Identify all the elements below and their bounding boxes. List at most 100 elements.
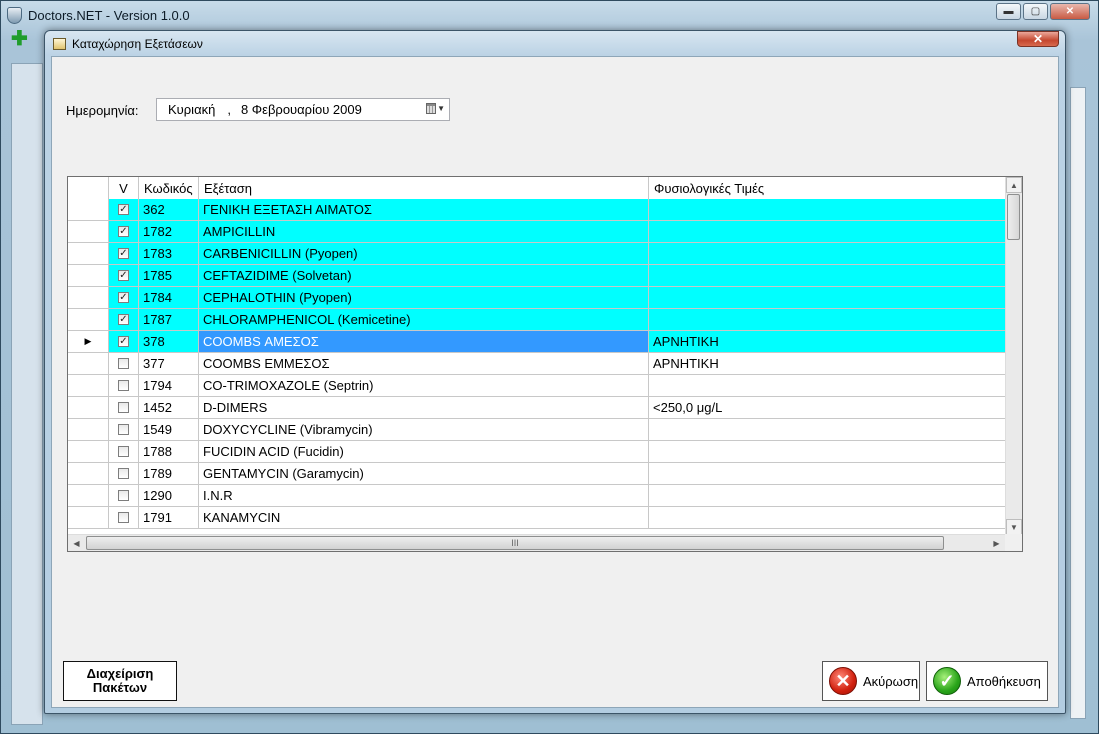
table-row[interactable]: ✓ 1784 CEPHALOTHIN (Pyopen) (68, 287, 1006, 309)
exam-name-cell[interactable]: COOMBS ΕΜΜΕΣΟΣ (199, 353, 649, 374)
row-checkbox[interactable] (118, 446, 129, 457)
row-selector[interactable] (68, 397, 109, 418)
exam-name-cell[interactable]: COOMBS ΑΜΕΣΟΣ (199, 331, 649, 352)
table-row[interactable]: ✓ 1785 CEFTAZIDIME (Solvetan) (68, 265, 1006, 287)
horizontal-scrollbar[interactable]: ◀ III ▶ (68, 534, 1022, 551)
minimize-button[interactable]: ▬ (996, 3, 1021, 20)
row-checkbox[interactable] (118, 468, 129, 479)
dialog-close-button[interactable]: ✕ (1017, 31, 1059, 47)
scroll-down-icon[interactable]: ▼ (1006, 519, 1022, 535)
table-row[interactable]: ✓ 1787 CHLORAMPHENICOL (Kemicetine) (68, 309, 1006, 331)
exam-code-cell[interactable]: 1452 (139, 397, 199, 418)
row-selector[interactable] (68, 221, 109, 242)
exam-name-cell[interactable]: FUCIDIN ACID (Fucidin) (199, 441, 649, 462)
row-checkbox[interactable]: ✓ (118, 226, 129, 237)
exams-grid[interactable]: V Κωδικός Εξέταση Φυσιολογικές Τιμές ✓ 36… (67, 176, 1023, 552)
save-button[interactable]: ✓ Αποθήκευση (926, 661, 1048, 701)
exam-code-cell[interactable]: 1794 (139, 375, 199, 396)
exam-name-cell[interactable]: D-DIMERS (199, 397, 649, 418)
table-row[interactable]: 1791 KANAMYCIN (68, 507, 1006, 529)
normal-values-cell[interactable] (649, 419, 1006, 440)
row-checkbox[interactable] (118, 380, 129, 391)
row-selector[interactable] (68, 507, 109, 528)
normal-values-cell[interactable] (649, 485, 1006, 506)
exam-code-cell[interactable]: 1290 (139, 485, 199, 506)
normal-values-cell[interactable] (649, 507, 1006, 528)
vertical-scroll-thumb[interactable] (1007, 194, 1020, 240)
normal-values-cell[interactable]: <250,0 μg/L (649, 397, 1006, 418)
exam-name-cell[interactable]: GENTAMYCIN (Garamycin) (199, 463, 649, 484)
date-value[interactable]: 8 Φεβρουαρίου 2009 (241, 102, 362, 117)
scroll-right-icon[interactable]: ▶ (988, 535, 1005, 551)
exam-name-cell[interactable]: CARBENICILLIN (Pyopen) (199, 243, 649, 264)
row-checkbox[interactable]: ✓ (118, 314, 129, 325)
exam-name-cell[interactable]: KANAMYCIN (199, 507, 649, 528)
normal-values-cell[interactable] (649, 199, 1006, 220)
table-row[interactable]: ▶ ✓ 378 COOMBS ΑΜΕΣΟΣ ΑΡΝΗΤΙΚΗ (68, 331, 1006, 353)
normal-values-cell[interactable] (649, 221, 1006, 242)
column-header-code[interactable]: Κωδικός (139, 177, 199, 199)
table-row[interactable]: 1788 FUCIDIN ACID (Fucidin) (68, 441, 1006, 463)
maximize-button[interactable]: ▢ (1023, 3, 1048, 20)
row-selector[interactable] (68, 199, 109, 220)
row-checkbox[interactable]: ✓ (118, 336, 129, 347)
table-row[interactable]: 1452 D-DIMERS <250,0 μg/L (68, 397, 1006, 419)
table-row[interactable]: 1794 CO-TRIMOXAZOLE (Septrin) (68, 375, 1006, 397)
table-row[interactable]: 1290 I.N.R (68, 485, 1006, 507)
row-selector[interactable] (68, 287, 109, 308)
row-selector[interactable] (68, 353, 109, 374)
normal-values-cell[interactable]: ΑΡΝΗΤΙΚΗ (649, 331, 1006, 352)
row-selector[interactable] (68, 419, 109, 440)
normal-values-cell[interactable] (649, 463, 1006, 484)
normal-values-cell[interactable] (649, 375, 1006, 396)
exam-code-cell[interactable]: 1782 (139, 221, 199, 242)
table-row[interactable]: 377 COOMBS ΕΜΜΕΣΟΣ ΑΡΝΗΤΙΚΗ (68, 353, 1006, 375)
row-selector[interactable] (68, 485, 109, 506)
exam-name-cell[interactable]: CEPHALOTHIN (Pyopen) (199, 287, 649, 308)
exam-name-cell[interactable]: DOXYCYCLINE (Vibramycin) (199, 419, 649, 440)
normal-values-cell[interactable] (649, 265, 1006, 286)
exam-code-cell[interactable]: 1783 (139, 243, 199, 264)
exam-code-cell[interactable]: 1789 (139, 463, 199, 484)
row-checkbox[interactable]: ✓ (118, 292, 129, 303)
scroll-up-icon[interactable]: ▲ (1006, 177, 1022, 193)
row-selector[interactable] (68, 463, 109, 484)
exam-code-cell[interactable]: 378 (139, 331, 199, 352)
vertical-scrollbar[interactable]: ▲ ▼ (1005, 177, 1022, 535)
row-checkbox[interactable]: ✓ (118, 248, 129, 259)
table-row[interactable]: 1789 GENTAMYCIN (Garamycin) (68, 463, 1006, 485)
plus-icon[interactable]: ✚ (11, 29, 28, 49)
exam-code-cell[interactable]: 377 (139, 353, 199, 374)
row-checkbox[interactable]: ✓ (118, 204, 129, 215)
manage-packages-button[interactable]: Διαχείριση Πακέτων (63, 661, 177, 701)
exam-code-cell[interactable]: 1788 (139, 441, 199, 462)
row-checkbox[interactable] (118, 424, 129, 435)
table-row[interactable]: 1549 DOXYCYCLINE (Vibramycin) (68, 419, 1006, 441)
date-day[interactable]: Κυριακή (168, 102, 215, 117)
exam-code-cell[interactable]: 1549 (139, 419, 199, 440)
horizontal-scroll-thumb[interactable]: III (86, 536, 944, 550)
exam-code-cell[interactable]: 362 (139, 199, 199, 220)
row-checkbox[interactable] (118, 358, 129, 369)
exam-code-cell[interactable]: 1785 (139, 265, 199, 286)
normal-values-cell[interactable] (649, 287, 1006, 308)
close-button[interactable]: ✕ (1050, 3, 1090, 20)
table-row[interactable]: ✓ 1783 CARBENICILLIN (Pyopen) (68, 243, 1006, 265)
table-row[interactable]: ✓ 362 ΓΕΝΙΚΗ ΕΞΕΤΑΣΗ ΑΙΜΑΤΟΣ (68, 199, 1006, 221)
exam-code-cell[interactable]: 1784 (139, 287, 199, 308)
row-selector[interactable] (68, 375, 109, 396)
column-header-exam[interactable]: Εξέταση (199, 177, 649, 199)
row-checkbox[interactable]: ✓ (118, 270, 129, 281)
row-selector[interactable]: ▶ (68, 331, 109, 352)
scroll-left-icon[interactable]: ◀ (68, 535, 85, 551)
column-header-normal-values[interactable]: Φυσιολογικές Τιμές (649, 177, 1006, 199)
row-selector[interactable] (68, 243, 109, 264)
normal-values-cell[interactable] (649, 309, 1006, 330)
normal-values-cell[interactable] (649, 441, 1006, 462)
normal-values-cell[interactable] (649, 243, 1006, 264)
exam-name-cell[interactable]: AMPICILLIN (199, 221, 649, 242)
cancel-button[interactable]: ✕ Ακύρωση (822, 661, 920, 701)
exam-code-cell[interactable]: 1787 (139, 309, 199, 330)
column-header-v[interactable]: V (109, 177, 139, 199)
exam-code-cell[interactable]: 1791 (139, 507, 199, 528)
